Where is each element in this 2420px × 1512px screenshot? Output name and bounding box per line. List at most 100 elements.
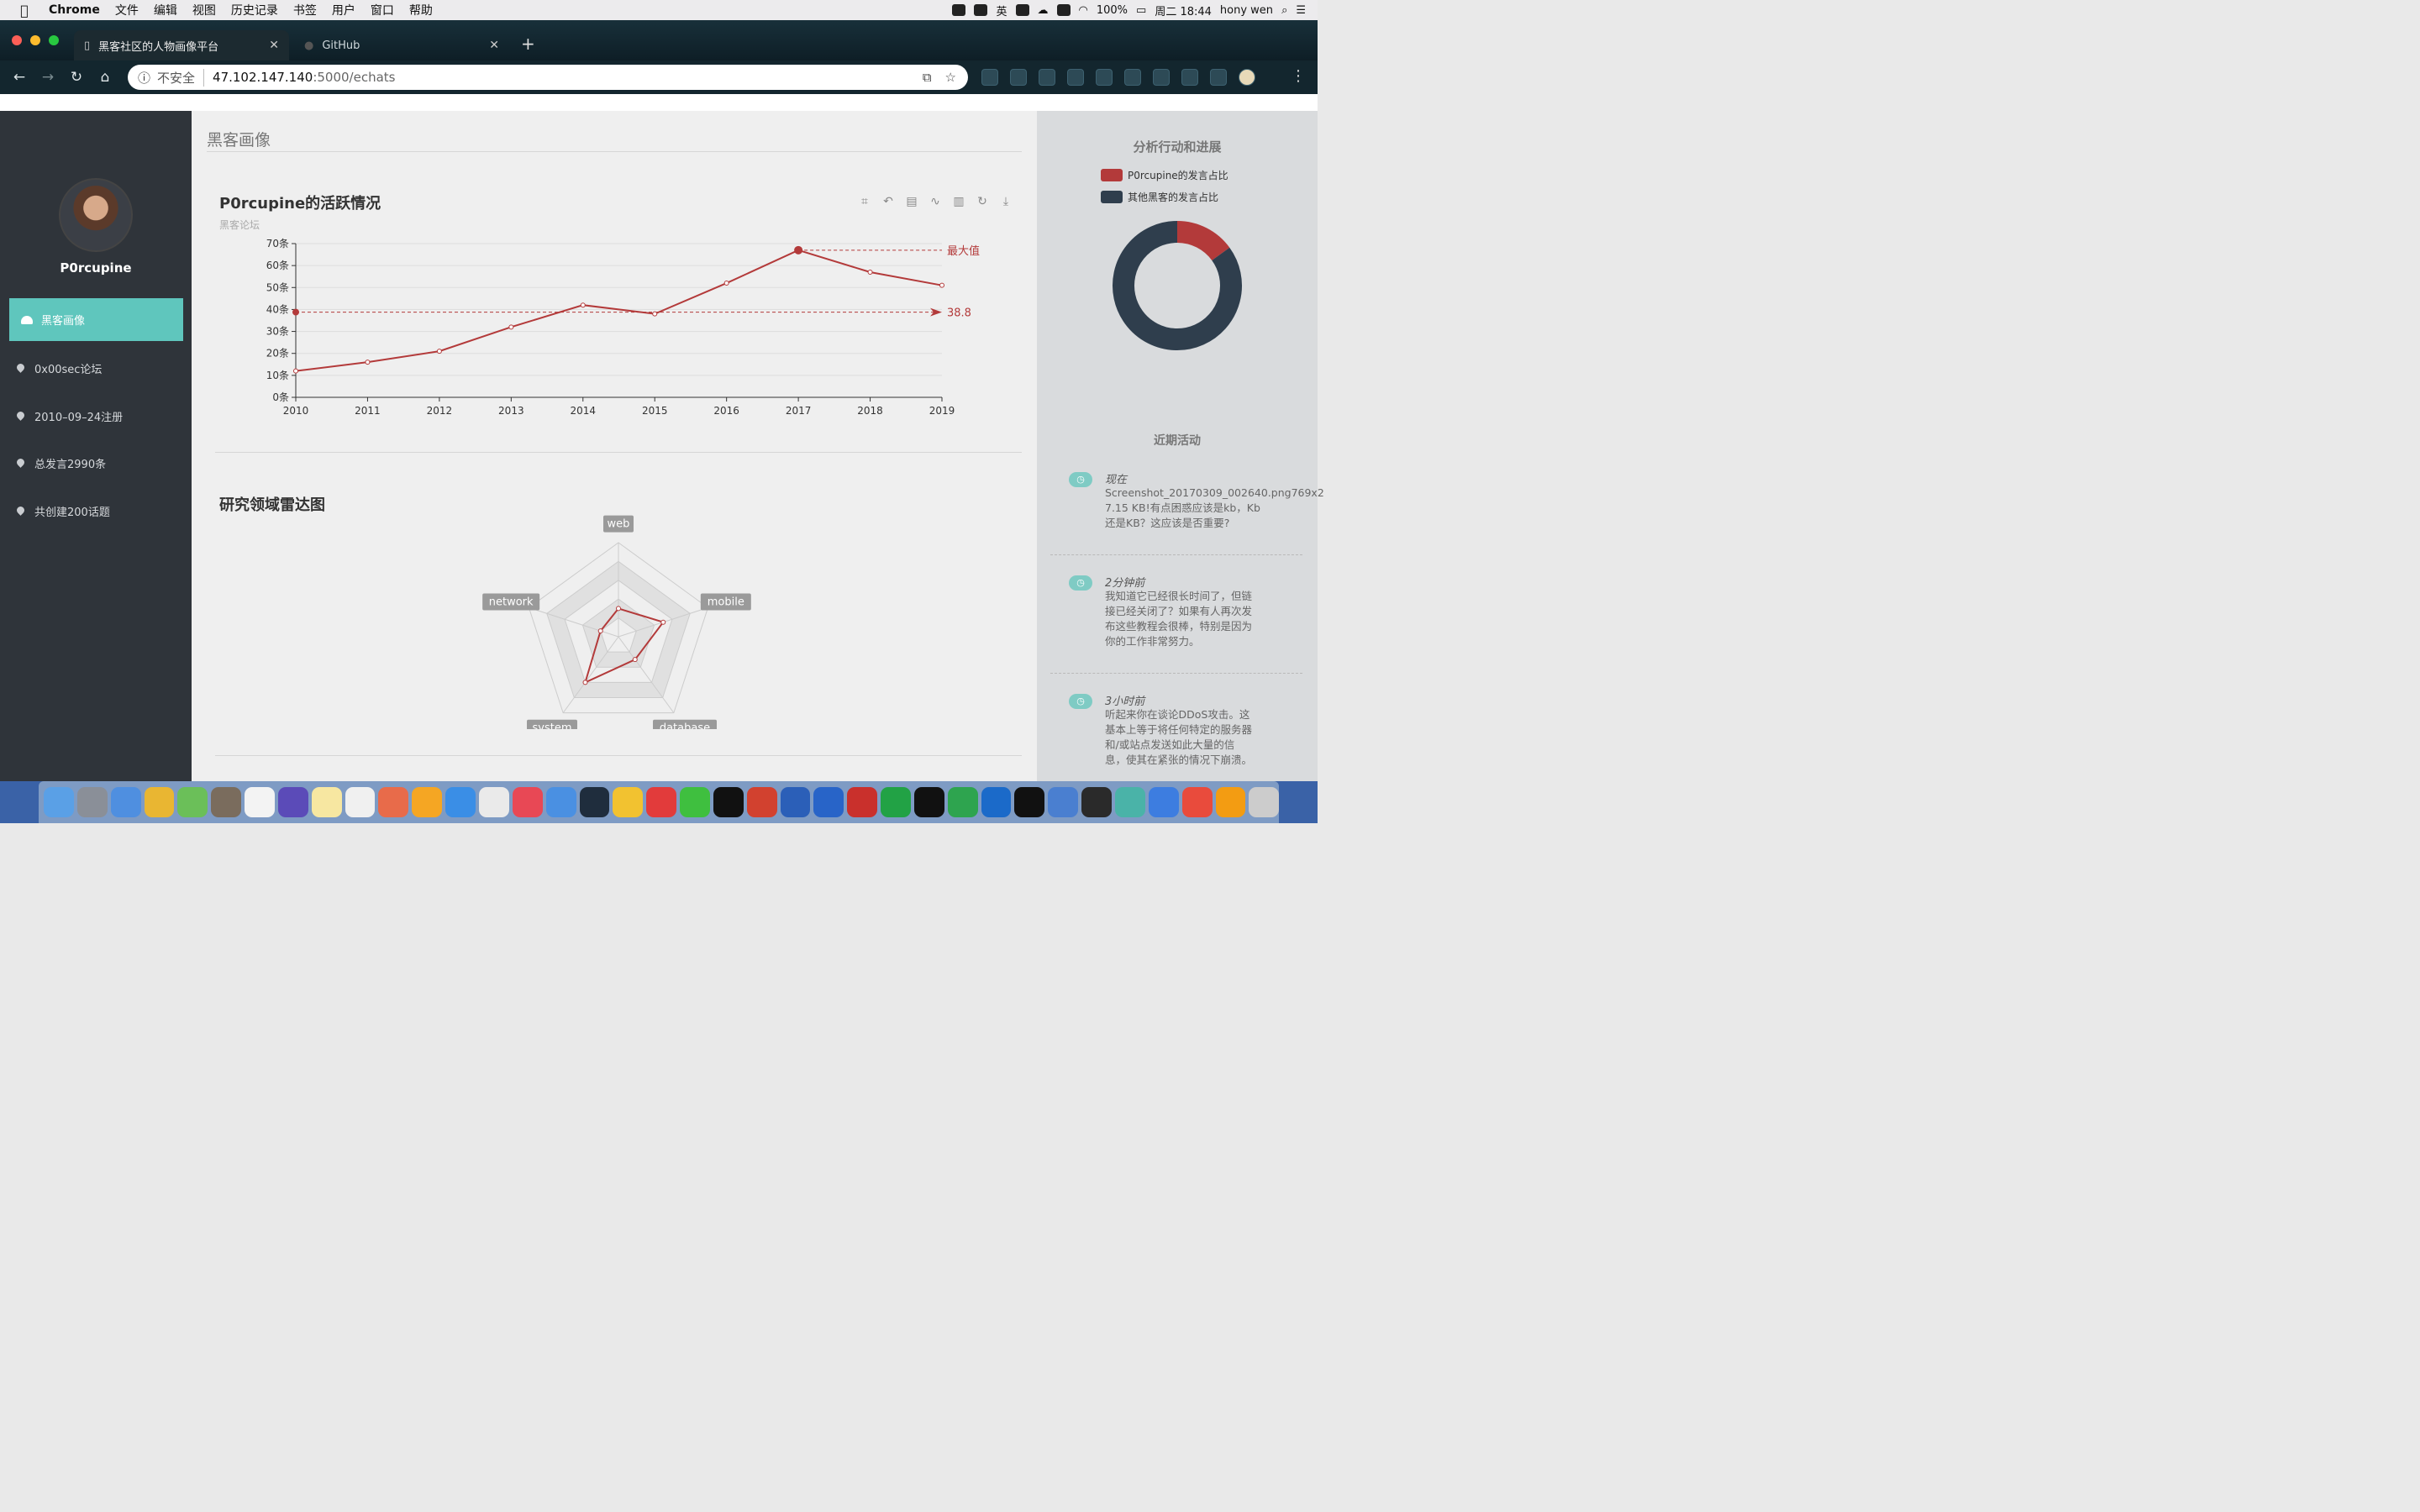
dock-app-icon[interactable] xyxy=(847,787,878,817)
extension-icon[interactable] xyxy=(1153,69,1170,86)
reload-icon[interactable]: ↻ xyxy=(62,69,91,86)
line-chart[interactable]: 0条 10条 20条 30条 40条 50条 60条 70条 2010 2011 2012 2013 2… xyxy=(192,228,1032,430)
radar-chart[interactable]: web mobile database system network xyxy=(408,486,829,729)
search-icon[interactable]: ⌕ xyxy=(1281,4,1287,17)
dock-app-icon[interactable] xyxy=(1048,787,1079,817)
tray-icon[interactable] xyxy=(952,4,966,16)
sidebar-item-posts[interactable]: 总发言2990条 xyxy=(17,455,185,471)
extension-icon[interactable] xyxy=(1096,69,1113,86)
dock-app-icon[interactable] xyxy=(512,787,543,817)
dock-app-icon[interactable] xyxy=(144,787,175,817)
extension-icon[interactable] xyxy=(1010,69,1027,86)
dock-app-icon[interactable] xyxy=(76,787,108,817)
zoom-reset-icon[interactable]: ↶ xyxy=(881,195,896,210)
extension-icon[interactable] xyxy=(1067,69,1084,86)
extension-icon[interactable] xyxy=(1124,69,1141,86)
sidebar-item-topics[interactable]: 共创建200话题 xyxy=(17,503,185,519)
dock-app-icon[interactable] xyxy=(445,787,476,817)
dock-app-icon[interactable] xyxy=(579,787,610,817)
menu-view[interactable]: 视图 xyxy=(192,2,216,18)
dock-app-icon[interactable] xyxy=(947,787,978,817)
input-method[interactable]: 英 xyxy=(996,3,1007,18)
apple-icon[interactable]:  xyxy=(0,3,49,18)
translate-icon[interactable]: ⧉ xyxy=(923,70,932,85)
dock-app-icon[interactable] xyxy=(110,787,141,817)
dock-app-icon[interactable] xyxy=(1081,787,1112,817)
tab-active[interactable]: ▯ 黑客社区的人物画像平台 ✕ xyxy=(74,30,289,60)
donut-chart[interactable] xyxy=(1037,213,1318,365)
dock-app-icon[interactable] xyxy=(881,787,911,817)
zoom-icon[interactable]: ⌗ xyxy=(857,195,872,210)
dock-app-icon[interactable] xyxy=(277,787,308,817)
tray-icon[interactable] xyxy=(974,4,988,16)
dock-app-icon[interactable] xyxy=(378,787,409,817)
sidebar-item-forum[interactable]: 0x00sec论坛 xyxy=(17,360,185,376)
dock-app-icon[interactable] xyxy=(478,787,509,817)
menu-people[interactable]: 用户 xyxy=(332,2,355,18)
dock-app-icon[interactable] xyxy=(345,787,376,817)
menu-list-icon[interactable]: ☰ xyxy=(1296,4,1306,17)
back-icon[interactable]: ← xyxy=(5,69,34,86)
menu-edit[interactable]: 编辑 xyxy=(154,2,177,18)
legend-item[interactable]: 其他黑客的发言占比 xyxy=(1101,190,1218,204)
dock-app-icon[interactable] xyxy=(646,787,677,817)
menu-window[interactable]: 窗口 xyxy=(371,2,394,18)
home-icon[interactable]: ⌂ xyxy=(91,69,119,86)
dock-app-icon[interactable] xyxy=(1215,787,1246,817)
dock-app-icon[interactable] xyxy=(44,787,74,817)
dock-app-icon[interactable] xyxy=(713,787,744,817)
dock-app-icon[interactable] xyxy=(545,787,576,817)
profile-avatar[interactable] xyxy=(1239,69,1255,86)
dock-app-icon[interactable] xyxy=(1148,787,1179,817)
dock-app-icon[interactable] xyxy=(746,787,777,817)
dock-app-icon[interactable] xyxy=(1115,787,1145,817)
line-type-icon[interactable]: ∿ xyxy=(928,195,943,210)
menu-help[interactable]: 帮助 xyxy=(409,2,433,18)
sidebar-item-registered[interactable]: 2010–09–24注册 xyxy=(17,408,185,424)
data-view-icon[interactable]: ▤ xyxy=(904,195,919,210)
address-bar[interactable]: ⓘ 不安全 47.102.147.140 :5000/echats ⧉ ☆ xyxy=(128,65,968,90)
dock-app-icon[interactable] xyxy=(680,787,710,817)
battery-icon[interactable]: ▭ xyxy=(1136,4,1146,17)
close-tab-icon[interactable]: ✕ xyxy=(269,39,279,52)
info-icon[interactable]: ⓘ xyxy=(138,69,150,87)
dock-app-icon[interactable] xyxy=(211,787,242,817)
dock-app-icon[interactable] xyxy=(981,787,1012,817)
close-tab-icon[interactable]: ✕ xyxy=(489,39,499,52)
menu-file[interactable]: 文件 xyxy=(115,2,139,18)
dock-app-icon[interactable] xyxy=(1014,787,1045,817)
tab-github[interactable]: ● GitHub ✕ xyxy=(294,30,509,60)
dock-app-icon[interactable] xyxy=(1181,787,1213,817)
dock-app-icon[interactable] xyxy=(412,787,443,817)
bookmark-star-icon[interactable]: ☆ xyxy=(945,70,956,85)
forward-icon[interactable]: → xyxy=(34,69,62,86)
clock[interactable]: 周二 18:44 xyxy=(1155,3,1212,18)
dock-app-icon[interactable] xyxy=(913,787,944,817)
bar-type-icon[interactable]: ▥ xyxy=(951,195,966,210)
dock-app-icon[interactable] xyxy=(1249,787,1280,817)
extension-icon[interactable] xyxy=(981,69,998,86)
tray-icon[interactable] xyxy=(1015,4,1029,16)
extension-icon[interactable] xyxy=(1210,69,1227,86)
menu-history[interactable]: 历史记录 xyxy=(231,2,278,18)
close-window-button[interactable] xyxy=(12,35,22,45)
maximize-window-button[interactable] xyxy=(49,35,59,45)
tray-icon[interactable] xyxy=(1056,4,1071,16)
dock-app-icon[interactable] xyxy=(177,787,208,817)
dock-app-icon[interactable] xyxy=(813,787,844,817)
extension-icon[interactable] xyxy=(1181,69,1198,86)
menu-app[interactable]: Chrome xyxy=(49,3,100,17)
cloud-icon[interactable]: ☁ xyxy=(1038,4,1049,17)
dock-app-icon[interactable] xyxy=(311,787,342,817)
new-tab-button[interactable]: + xyxy=(521,34,535,54)
download-icon[interactable]: ⤓ xyxy=(998,195,1013,210)
security-label[interactable]: 不安全 xyxy=(157,68,205,87)
dock-app-icon[interactable] xyxy=(245,787,275,817)
sidebar-item-profile[interactable]: 黑客画像 xyxy=(9,298,183,341)
restore-icon[interactable]: ↻ xyxy=(975,195,990,210)
wifi-icon[interactable]: ◠ xyxy=(1079,4,1088,17)
minimize-window-button[interactable] xyxy=(30,35,40,45)
legend-item[interactable]: P0rcupine的发言占比 xyxy=(1101,168,1228,182)
menu-bookmarks[interactable]: 书签 xyxy=(293,2,317,18)
dock-app-icon[interactable] xyxy=(780,787,811,817)
